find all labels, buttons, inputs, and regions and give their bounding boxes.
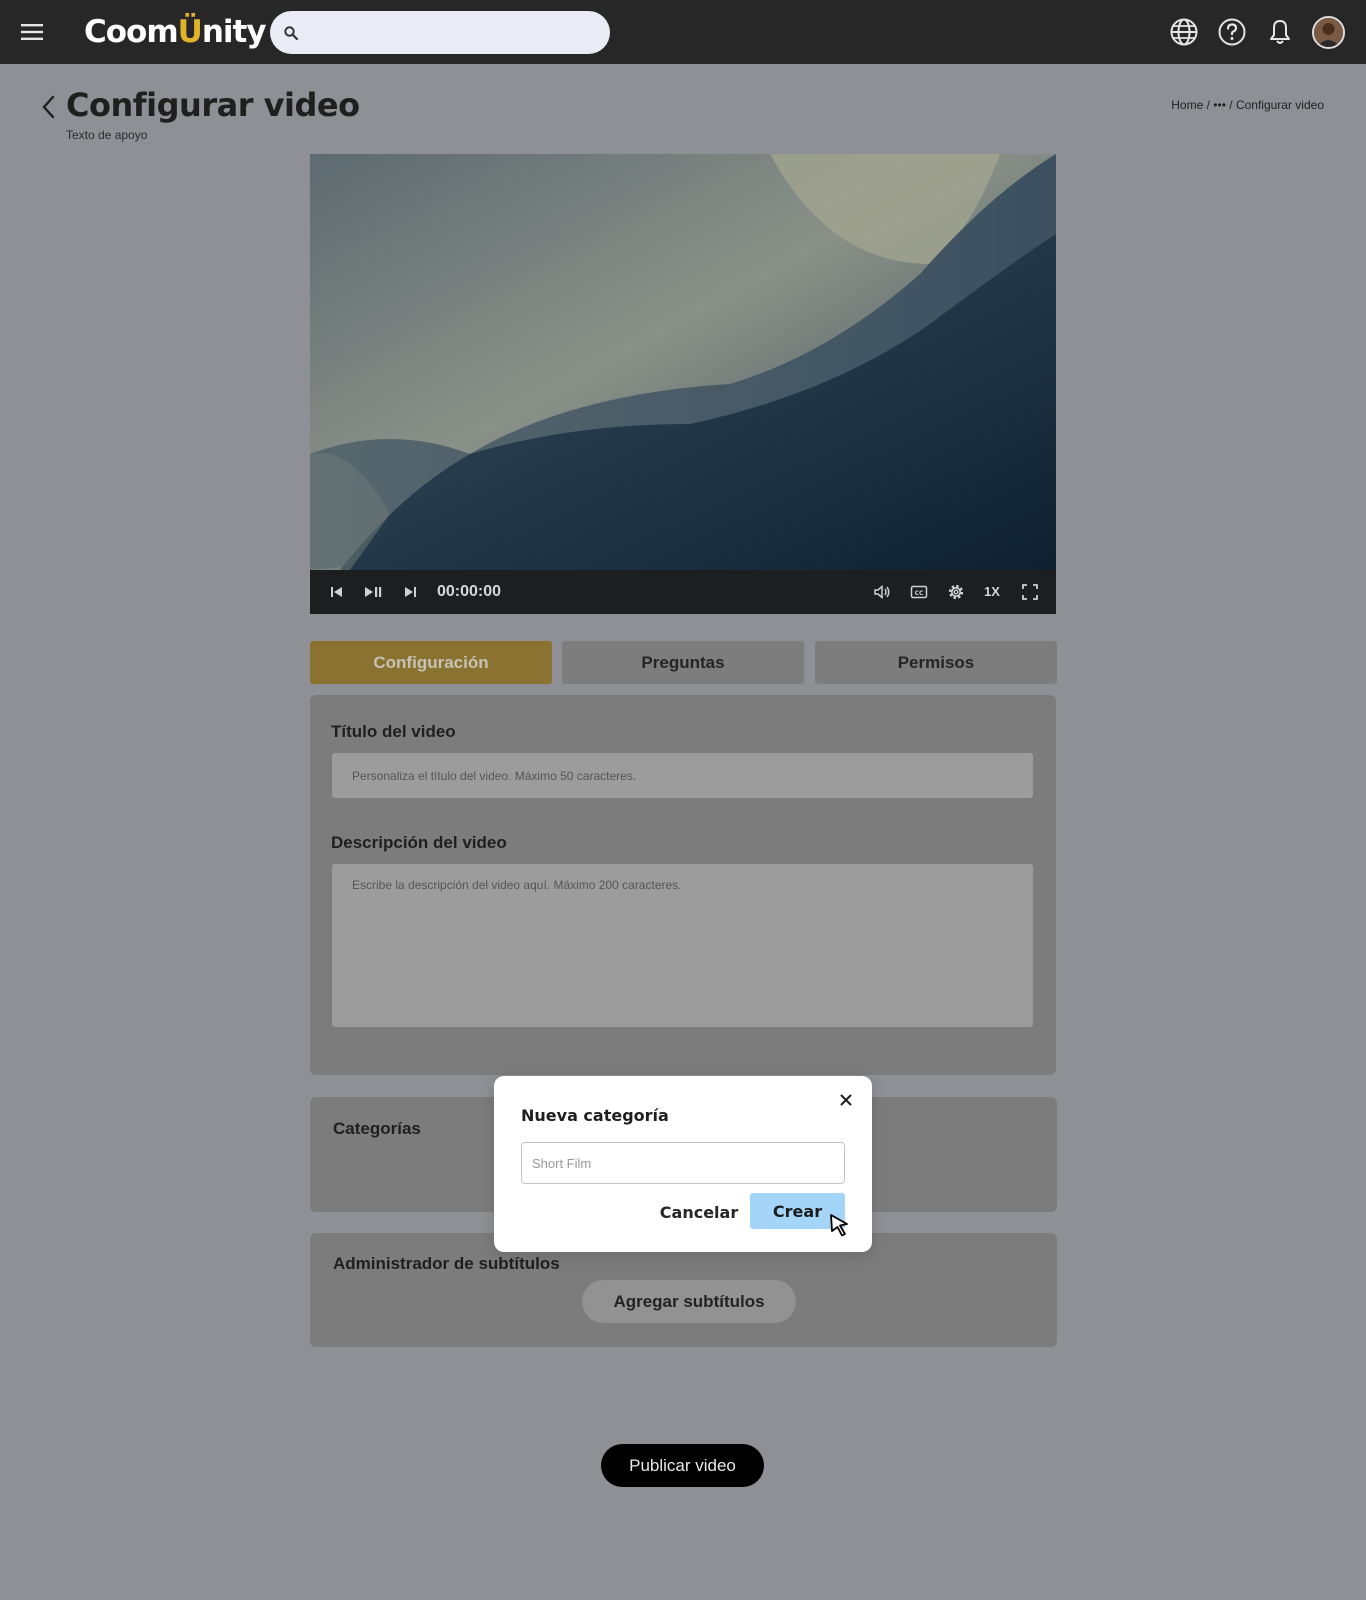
new-category-modal: Nueva categoría Cancelar Crear	[494, 1076, 872, 1252]
video-settings-card: Título del video Descripción del video	[310, 695, 1056, 1075]
breadcrumb-separator: /	[1229, 98, 1233, 112]
svg-text:CC: CC	[915, 590, 924, 597]
video-description-input[interactable]	[332, 864, 1033, 1027]
tab-permisos[interactable]: Permisos	[815, 641, 1057, 684]
breadcrumb-home[interactable]: Home	[1171, 98, 1203, 112]
logo-text-left: Coom	[84, 14, 179, 50]
closed-captions-icon[interactable]: CC	[909, 582, 929, 602]
help-icon[interactable]	[1216, 16, 1248, 48]
search-bar[interactable]	[270, 11, 610, 54]
skip-next-icon[interactable]	[400, 582, 420, 602]
tab-configuracion[interactable]: Configuración	[310, 641, 552, 684]
title-field-label: Título del video	[331, 722, 456, 741]
create-button[interactable]: Crear	[750, 1193, 845, 1229]
logo-text-accent: Ü	[177, 14, 203, 50]
search-icon	[284, 26, 299, 41]
publish-video-button[interactable]: Publicar video	[601, 1444, 764, 1487]
description-field-label: Descripción del video	[331, 833, 507, 852]
bell-icon[interactable]	[1264, 16, 1296, 48]
category-name-input[interactable]	[521, 1142, 845, 1184]
video-player[interactable]: 00:00:00 CC 1X	[310, 154, 1056, 614]
top-bar: Coom Ünity	[0, 0, 1366, 64]
cancel-button[interactable]: Cancelar	[654, 1194, 744, 1230]
video-frame	[310, 154, 1056, 570]
gear-icon[interactable]	[946, 582, 966, 602]
categories-label: Categorías	[333, 1119, 421, 1138]
play-pause-icon[interactable]	[363, 582, 383, 602]
breadcrumb: Home / ••• / Configurar video	[1171, 98, 1324, 112]
close-icon[interactable]	[838, 1092, 854, 1108]
app-logo[interactable]: Coom Ünity	[84, 12, 267, 52]
modal-title: Nueva categoría	[521, 1106, 669, 1125]
page-title: Configurar video	[66, 86, 360, 124]
subtitles-label: Administrador de subtítulos	[333, 1254, 560, 1273]
fullscreen-icon[interactable]	[1020, 582, 1040, 602]
avatar-image	[1314, 18, 1343, 47]
video-controls: 00:00:00 CC 1X	[310, 570, 1056, 614]
breadcrumb-ellipsis[interactable]: •••	[1213, 98, 1226, 112]
user-avatar[interactable]	[1312, 16, 1345, 49]
skip-previous-icon[interactable]	[327, 582, 347, 602]
playback-speed[interactable]: 1X	[984, 584, 1000, 599]
hamburger-icon[interactable]	[20, 20, 44, 44]
page-subtitle: Texto de apoyo	[66, 128, 148, 142]
breadcrumb-separator: /	[1206, 98, 1210, 112]
video-time: 00:00:00	[437, 583, 502, 600]
globe-icon[interactable]	[1168, 16, 1200, 48]
breadcrumb-current: Configurar video	[1235, 98, 1324, 112]
logo-text-right: nity	[201, 14, 267, 50]
tab-preguntas[interactable]: Preguntas	[562, 641, 804, 684]
video-title-input[interactable]	[332, 753, 1033, 798]
volume-icon[interactable]	[872, 582, 892, 602]
search-input[interactable]	[306, 11, 596, 54]
add-subtitles-button[interactable]: Agregar subtítulos	[582, 1280, 796, 1323]
chevron-left-icon[interactable]	[38, 94, 60, 120]
